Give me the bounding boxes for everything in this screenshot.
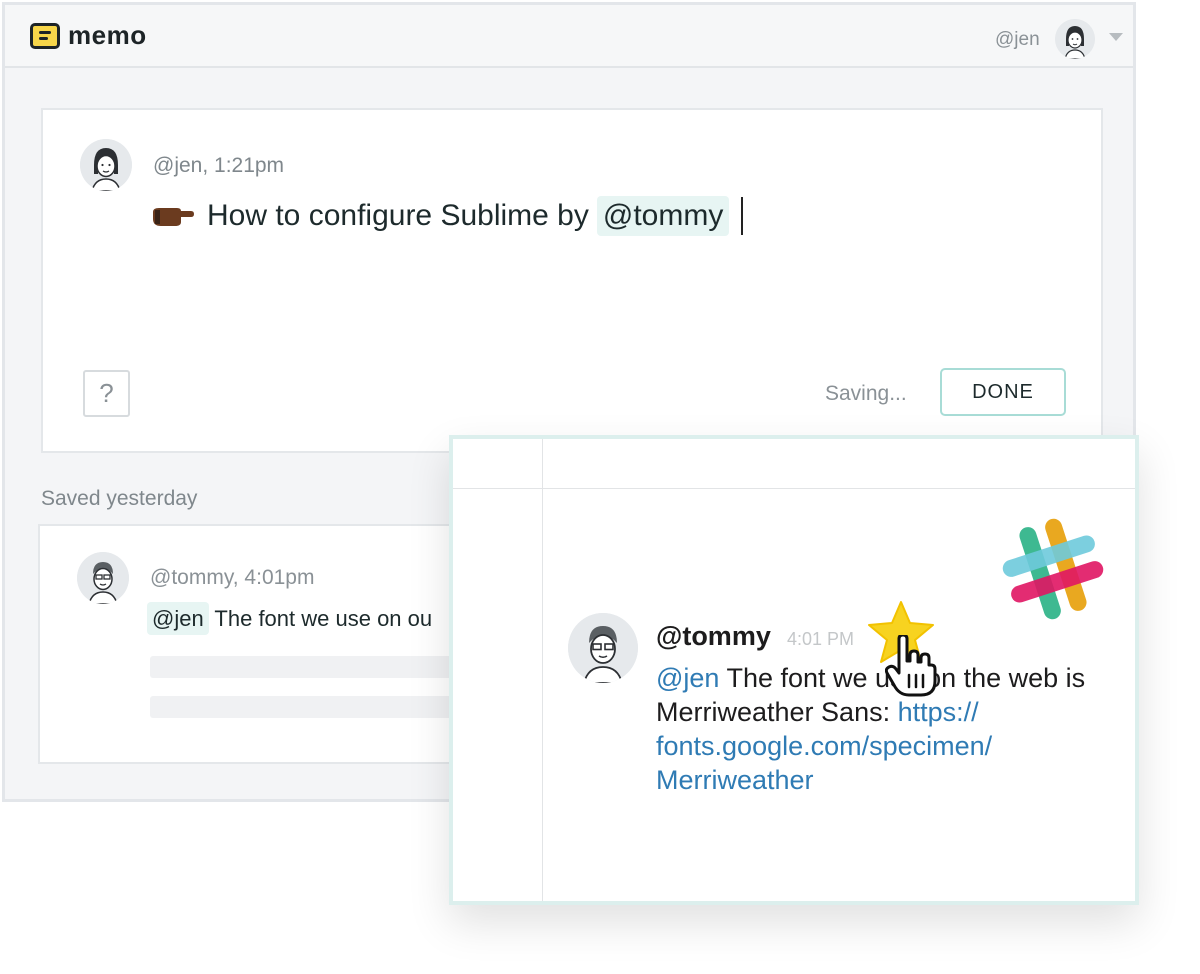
link-part: Merriweather bbox=[656, 765, 814, 795]
saving-status: Saving... bbox=[825, 382, 907, 405]
avatar-jen-icon bbox=[80, 139, 132, 191]
avatar-tommy-icon[interactable] bbox=[568, 613, 638, 683]
memo-editor-card: @jen, 1:21pm How to configure Sublime by… bbox=[41, 108, 1103, 453]
memo-title-text: How to configure Sublime by bbox=[207, 199, 589, 232]
memo-title-input[interactable]: How to configure Sublime by @tommy bbox=[151, 196, 744, 236]
link-part: https:// bbox=[897, 697, 979, 727]
mention-chip[interactable]: @tommy bbox=[596, 196, 730, 236]
text-caret bbox=[741, 197, 744, 235]
slack-message-window: @tommy 4:01 PM @jen The font we use on t… bbox=[449, 435, 1139, 905]
avatar-jen-icon[interactable] bbox=[1055, 19, 1095, 59]
saved-memo-text: @jen The font we use on ou bbox=[147, 602, 433, 635]
slack-logo-icon bbox=[1002, 518, 1104, 620]
pointing-hand-emoji-icon bbox=[153, 208, 194, 226]
top-bar: memo @jen bbox=[5, 5, 1133, 68]
memo-logo-icon bbox=[30, 22, 60, 49]
logo-text: memo bbox=[68, 20, 147, 50]
divider bbox=[542, 439, 543, 901]
message-timestamp[interactable]: 4:01 PM bbox=[787, 629, 854, 650]
saved-memo-body: The font we use on ou bbox=[214, 606, 433, 631]
chevron-down-icon[interactable] bbox=[1109, 33, 1123, 41]
link-part: fonts.google.com/specimen/ bbox=[656, 731, 993, 761]
memo-logo[interactable]: memo bbox=[30, 20, 147, 51]
divider bbox=[453, 488, 1135, 489]
done-button[interactable]: DONE bbox=[940, 368, 1066, 416]
mention-chip[interactable]: @jen bbox=[147, 602, 209, 635]
hand-cursor-icon bbox=[885, 635, 937, 697]
message-body: @jen The font we use on the web is Merri… bbox=[656, 661, 1106, 797]
help-button[interactable]: ? bbox=[83, 370, 130, 417]
message-text: The font we use on the web is Merriweath… bbox=[656, 663, 1086, 727]
current-user-handle: @jen bbox=[995, 29, 1040, 50]
mention-link[interactable]: @jen bbox=[656, 663, 719, 693]
saved-section-label: Saved yesterday bbox=[41, 487, 198, 510]
editor-meta: @jen, 1:21pm bbox=[153, 154, 285, 177]
message-author[interactable]: @tommy bbox=[656, 621, 771, 652]
avatar-tommy-icon bbox=[77, 552, 129, 604]
saved-memo-meta: @tommy, 4:01pm bbox=[150, 566, 315, 589]
